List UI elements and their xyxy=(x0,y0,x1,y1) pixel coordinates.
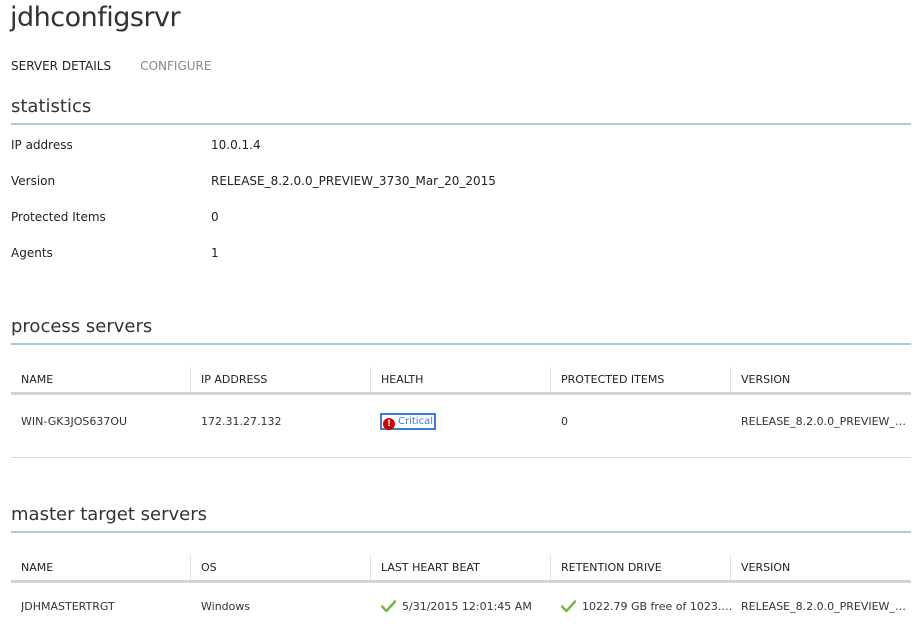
column-header-ip-address[interactable]: IP ADDRESS xyxy=(201,373,267,387)
stat-value: 0 xyxy=(211,210,219,224)
stat-row-protected-items: Protected Items 0 xyxy=(11,208,891,226)
process-servers-heading: process servers xyxy=(11,316,153,337)
stat-label: Agents xyxy=(11,246,53,260)
cell-health: ! Critical xyxy=(380,413,436,430)
column-header-os[interactable]: OS xyxy=(201,561,217,575)
column-divider xyxy=(370,367,371,392)
stat-row-version: Version RELEASE_8.2.0.0_PREVIEW_3730_Mar… xyxy=(11,172,891,190)
tab-bar: SERVER DETAILS CONFIGURE xyxy=(11,55,235,74)
cell-ip-address: 172.31.27.132 xyxy=(201,415,282,428)
stat-row-ip-address: IP address 10.0.1.4 xyxy=(11,136,891,154)
column-divider xyxy=(550,367,551,392)
page-title: jdhconfigsrvr xyxy=(10,2,181,33)
retention-drive-value: 1022.79 GB free of 1023.00 GB xyxy=(582,600,739,613)
statistics-heading: statistics xyxy=(11,96,92,117)
column-header-name[interactable]: NAME xyxy=(21,561,53,575)
stat-label: Version xyxy=(11,174,56,188)
last-heart-beat-value: 5/31/2015 12:01:45 AM xyxy=(402,600,532,613)
column-divider xyxy=(370,555,371,580)
checkmark-icon xyxy=(381,600,396,612)
master-target-servers-heading: master target servers xyxy=(11,504,208,525)
stat-value: 1 xyxy=(211,246,219,260)
tab-configure[interactable]: CONFIGURE xyxy=(140,58,211,74)
column-header-version[interactable]: VERSION xyxy=(741,561,790,575)
stat-value: RELEASE_8.2.0.0_PREVIEW_3730_Mar_20_2015 xyxy=(211,174,496,188)
column-header-retention-drive[interactable]: RETENTION DRIVE xyxy=(561,561,662,575)
stat-value: 10.0.1.4 xyxy=(211,138,261,152)
cell-protected-items: 0 xyxy=(561,415,568,428)
table-row[interactable]: WIN-GK3JOS637OU 172.31.27.132 ! Critical … xyxy=(11,395,911,458)
stat-label: Protected Items xyxy=(11,210,106,224)
column-header-version[interactable]: VERSION xyxy=(741,373,790,387)
tab-server-details[interactable]: SERVER DETAILS xyxy=(11,58,111,74)
health-status-link[interactable]: ! Critical xyxy=(380,413,436,430)
checkmark-icon xyxy=(561,600,576,612)
cell-retention-drive: 1022.79 GB free of 1023.00 GB xyxy=(561,600,739,614)
statistics-divider xyxy=(11,123,911,125)
table-header: NAME OS LAST HEART BEAT RETENTION DRIVE … xyxy=(11,555,911,583)
process-servers-table: NAME IP ADDRESS HEALTH PROTECTED ITEMS V… xyxy=(11,367,911,458)
column-header-health[interactable]: HEALTH xyxy=(381,373,423,387)
cell-version: RELEASE_8.2.0.0_PREVIEW_3730_... xyxy=(741,600,911,613)
column-divider xyxy=(190,367,191,392)
column-header-last-heart-beat[interactable]: LAST HEART BEAT xyxy=(381,561,480,575)
column-divider xyxy=(730,555,731,580)
process-servers-divider xyxy=(11,343,911,345)
table-row[interactable]: JDHMASTERTRGT Windows 5/31/2015 12:01:45… xyxy=(11,583,911,635)
column-header-protected-items[interactable]: PROTECTED ITEMS xyxy=(561,373,664,387)
stat-row-agents: Agents 1 xyxy=(11,244,891,262)
stat-label: IP address xyxy=(11,138,73,152)
master-target-servers-table: NAME OS LAST HEART BEAT RETENTION DRIVE … xyxy=(11,555,911,635)
column-divider xyxy=(550,555,551,580)
table-header: NAME IP ADDRESS HEALTH PROTECTED ITEMS V… xyxy=(11,367,911,395)
master-target-servers-divider xyxy=(11,531,911,533)
cell-last-heart-beat: 5/31/2015 12:01:45 AM xyxy=(381,600,532,614)
cell-name: WIN-GK3JOS637OU xyxy=(21,415,128,428)
cell-os: Windows xyxy=(201,600,251,613)
column-divider xyxy=(730,367,731,392)
cell-name: JDHMASTERTRGT xyxy=(21,600,115,613)
critical-error-icon: ! xyxy=(383,418,395,430)
column-header-name[interactable]: NAME xyxy=(21,373,53,387)
column-divider xyxy=(190,555,191,580)
cell-version: RELEASE_8.2.0.0_PREVIEW_3730_... xyxy=(741,415,911,428)
health-status-label: Critical xyxy=(398,416,433,427)
